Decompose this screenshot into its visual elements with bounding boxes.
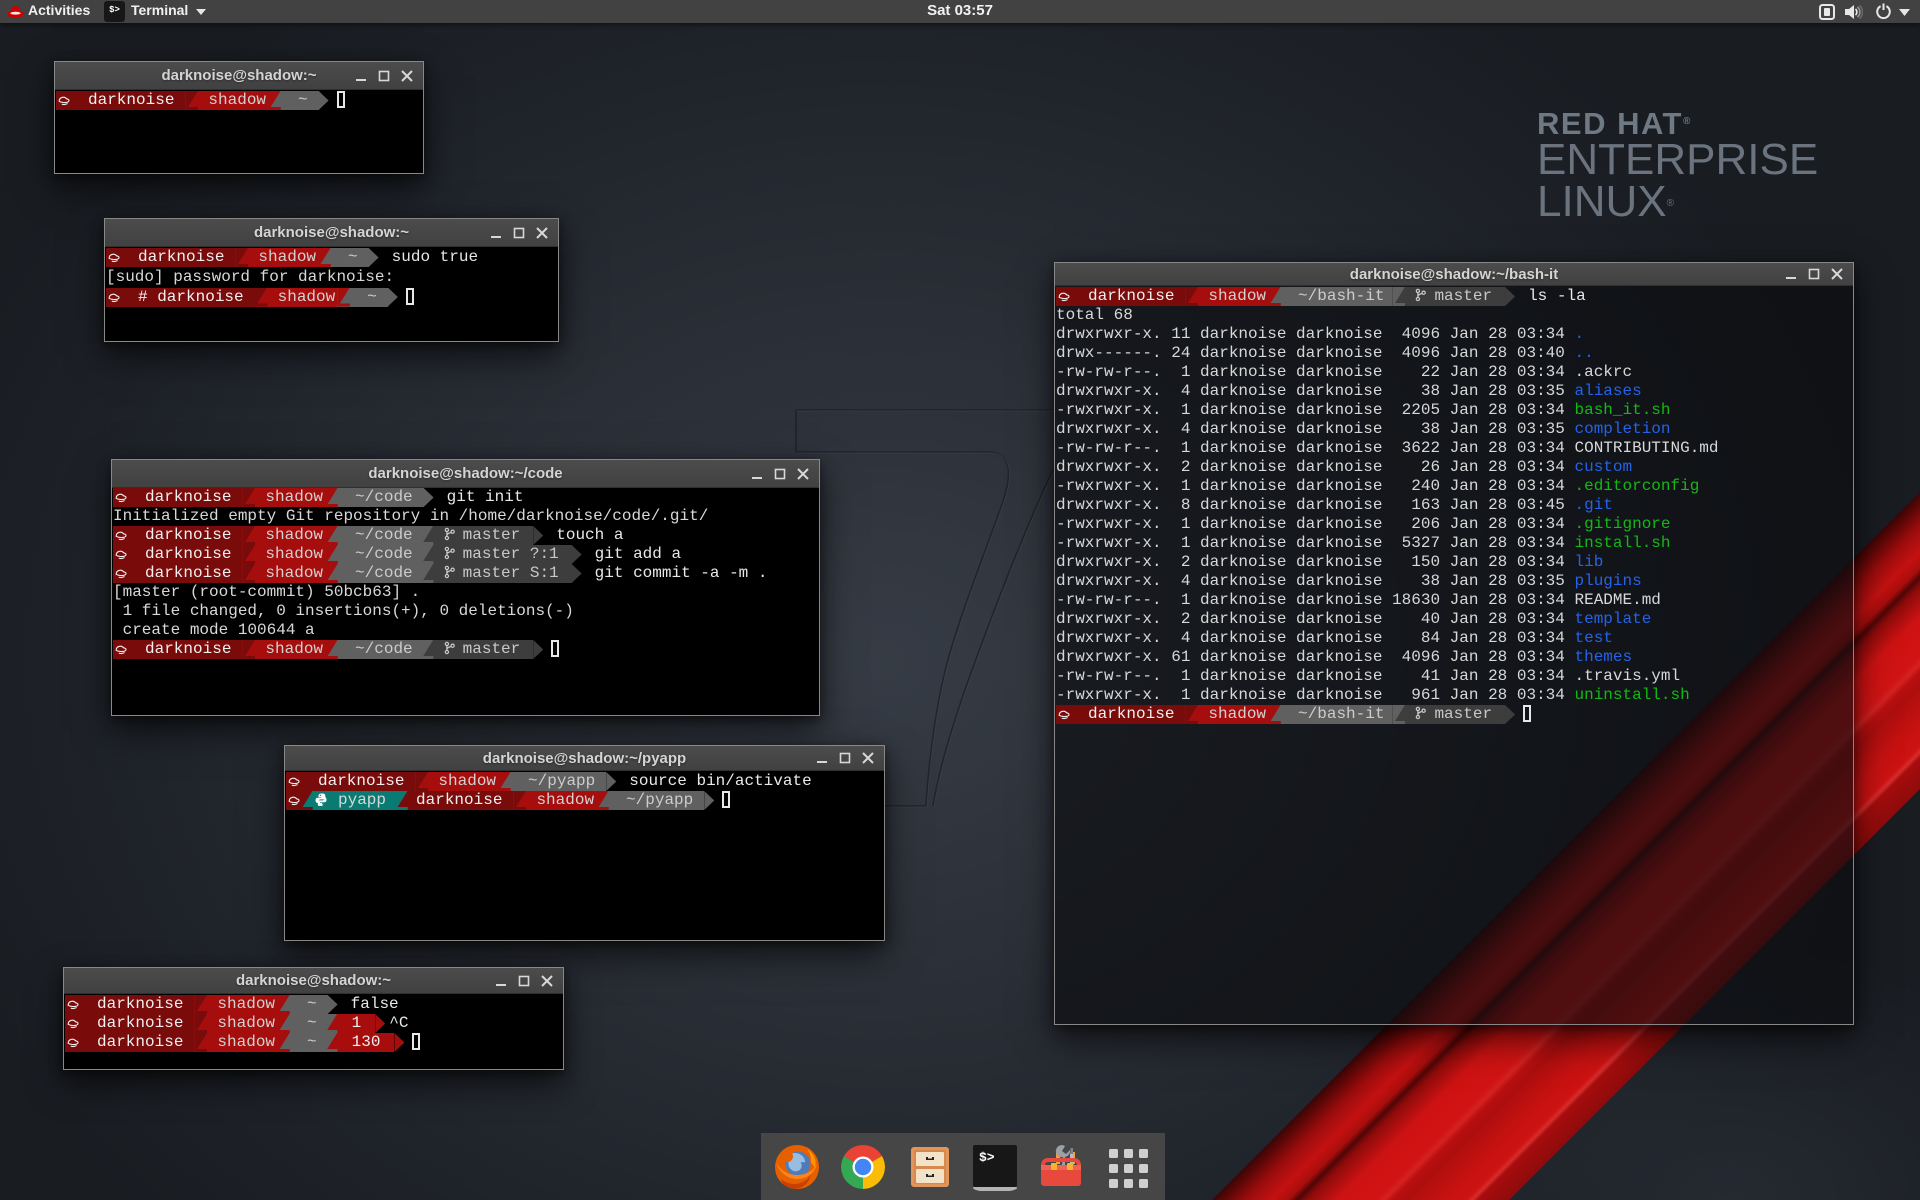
svg-text:$>: $> [979, 1150, 995, 1165]
